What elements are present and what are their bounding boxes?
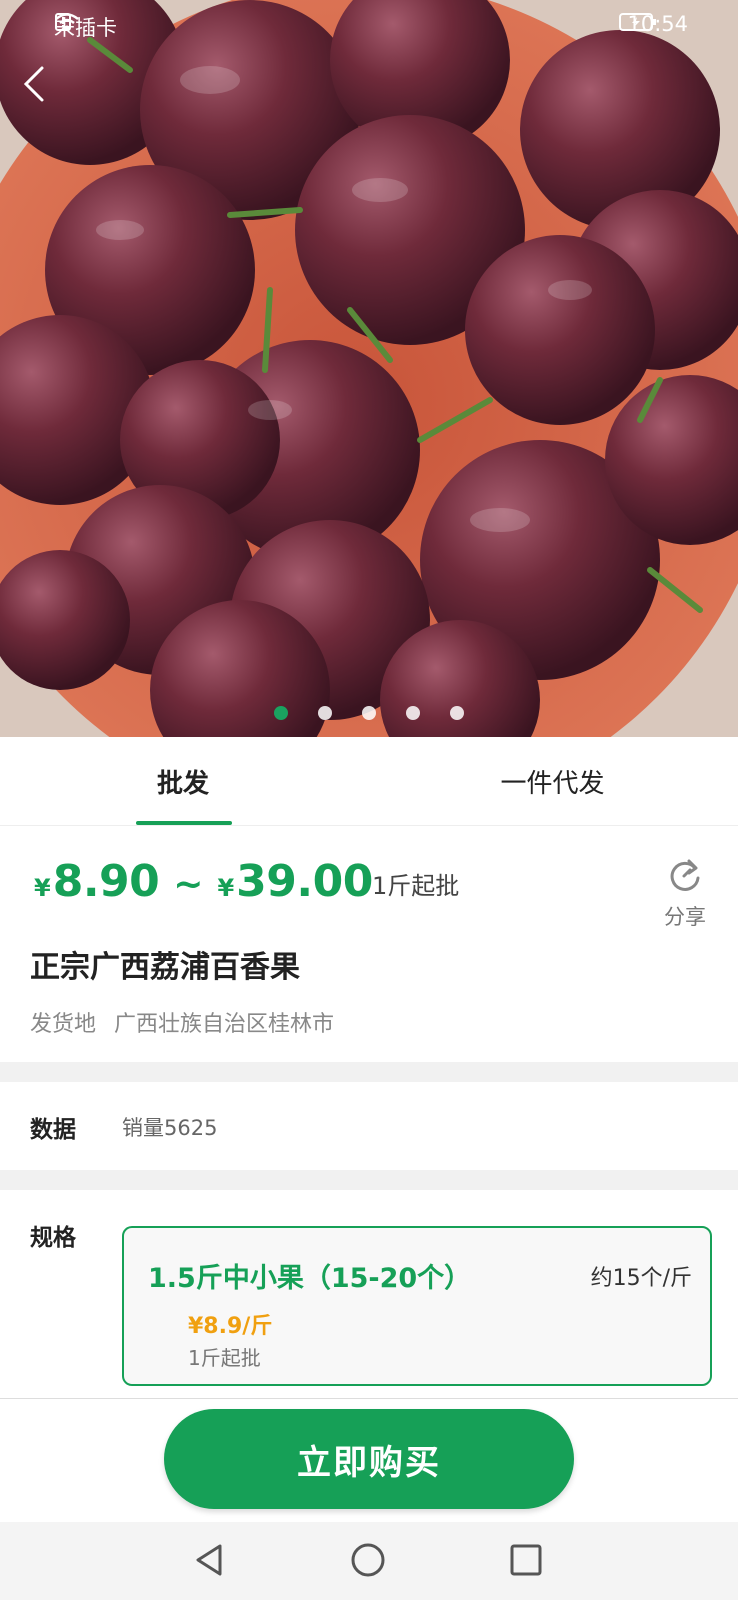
- currency-symbol: ¥: [34, 874, 51, 902]
- sales-count: 销量5625: [122, 1116, 218, 1140]
- share-button[interactable]: 分享: [660, 856, 710, 931]
- spec-section: 规格 1.5斤中小果（15-20个） 约15个/斤 ¥8.9/斤 1斤起批: [0, 1190, 738, 1398]
- spec-option-name: 1.5斤中小果（15-20个）: [148, 1263, 472, 1294]
- data-label: 数据: [30, 1117, 76, 1143]
- carousel-indicator: [0, 706, 738, 720]
- circle-home-icon: [351, 1543, 385, 1577]
- carousel-dot-active[interactable]: [274, 706, 288, 720]
- section-divider: [0, 1062, 738, 1082]
- product-title: 正宗广西荔浦百香果: [30, 950, 300, 985]
- share-refresh-icon: [670, 859, 700, 891]
- spec-label: 规格: [30, 1225, 76, 1251]
- section-divider: [0, 1170, 738, 1190]
- back-button[interactable]: [14, 62, 58, 106]
- shipping-label: 发货地: [30, 1012, 97, 1037]
- price-separator: ~: [173, 864, 204, 905]
- product-image-carousel[interactable]: 未插卡 10:54: [0, 0, 738, 737]
- sales-data-row: 数据 销量5625: [0, 1082, 738, 1170]
- spec-option-card[interactable]: 1.5斤中小果（15-20个） 约15个/斤 ¥8.9/斤 1斤起批: [122, 1226, 712, 1386]
- system-navigation-bar: [0, 1522, 738, 1600]
- share-label: 分享: [664, 905, 706, 929]
- min-order-label: 1斤起批: [372, 872, 460, 900]
- spec-option-count: 约15个/斤: [590, 1266, 692, 1291]
- carousel-dot[interactable]: [318, 706, 332, 720]
- nav-home-button[interactable]: [346, 1538, 390, 1582]
- shipping-value: 广西壮族自治区桂林市: [114, 1012, 335, 1037]
- spec-option-price: ¥8.9/斤: [188, 1314, 273, 1339]
- carousel-dot[interactable]: [362, 706, 376, 720]
- price-low: 8.90: [52, 856, 160, 907]
- purchase-mode-tabs: 批发 一件代发: [0, 737, 738, 826]
- tab-wholesale[interactable]: 批发: [135, 737, 231, 825]
- triangle-back-icon: [196, 1544, 222, 1576]
- spec-option-min-order: 1斤起批: [188, 1346, 261, 1370]
- square-recents-icon: [510, 1544, 542, 1576]
- tab-dropship[interactable]: 一件代发: [470, 737, 635, 825]
- product-photo: [0, 0, 738, 737]
- chevron-left-icon: [23, 66, 44, 102]
- nav-back-button[interactable]: [188, 1538, 232, 1582]
- buy-now-button[interactable]: 立即购买: [164, 1409, 574, 1509]
- price-range: ¥ 8.90 ~ ¥ 39.00: [34, 856, 373, 907]
- product-summary: ¥ 8.90 ~ ¥ 39.00 1斤起批 分享 正宗广西荔浦百香果 发货地 广西…: [0, 826, 738, 1062]
- carousel-dot[interactable]: [450, 706, 464, 720]
- active-tab-indicator: [136, 821, 232, 825]
- status-bar: 未插卡 10:54: [0, 0, 738, 48]
- carousel-dot[interactable]: [406, 706, 420, 720]
- price-high: 39.00: [236, 856, 373, 907]
- currency-symbol: ¥: [217, 874, 235, 902]
- nav-recents-button[interactable]: [504, 1538, 548, 1582]
- shipping-origin: 发货地 广西壮族自治区桂林市: [30, 1006, 334, 1038]
- bottom-action-bar: 立即购买: [0, 1398, 738, 1523]
